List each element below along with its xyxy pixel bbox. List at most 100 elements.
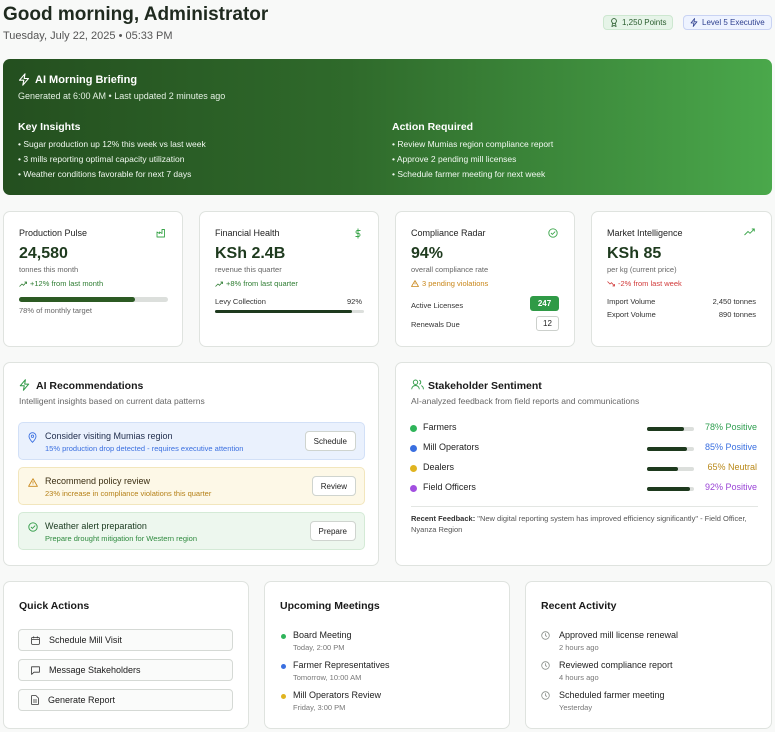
check-circle-icon [548,228,558,238]
insight-item: • Weather conditions favorable for next … [18,169,192,179]
sentiment-value: 85% Positive [704,442,757,452]
schedule-mill-visit-button[interactable]: Schedule Mill Visit [18,629,233,651]
financial-trend: +8% from last quarter [215,279,298,288]
file-icon [31,695,39,705]
sentiment-row: Mill Operators 85% Positive [410,441,757,457]
level-badge[interactable]: Level 5 Executive [683,15,772,30]
page-title: Good morning, Administrator [3,4,269,25]
sentiment-bar-fill [647,467,678,471]
market-caption: per kg (current price) [607,265,677,274]
stakeholder-name: Mill Operators [423,442,480,452]
insight-item: • Sugar production up 12% this week vs l… [18,139,206,149]
section-title: Recent Activity [541,600,617,612]
section-subtitle: AI-analyzed feedback from field reports … [411,396,640,406]
quick-actions-card: Quick Actions Schedule Mill Visit Messag… [3,581,249,729]
sentiment-bar-fill [647,427,684,431]
meeting-time: Friday, 3:00 PM [293,703,346,712]
dollar-icon [354,228,362,239]
recent-feedback: Recent Feedback: "New digital reporting … [411,513,758,535]
level-label: Level 5 Executive [702,18,765,27]
levy-label: Levy Collection [215,297,266,306]
briefing-title: AI Morning Briefing [35,74,138,86]
levy-percent: 92% [346,297,362,306]
divider [411,506,758,507]
recommendation-desc: Prepare drought mitigation for Western r… [45,534,198,543]
target-label: 78% of monthly target [19,306,92,315]
ai-recommendations-card: AI Recommendations Intelligent insights … [3,362,379,566]
levy-progress-track [215,310,364,313]
meeting-title[interactable]: Board Meeting [293,630,352,640]
meeting-status-dot [281,694,286,699]
trend-up-icon [744,228,755,236]
lightning-icon [18,73,30,86]
meeting-title[interactable]: Farmer Representatives [293,660,390,670]
compliance-radar-card: Compliance Radar 94% overall compliance … [395,211,575,347]
users-icon [411,379,424,390]
award-icon [610,18,618,27]
production-value: 24,580 [19,245,68,262]
market-value: KSh 85 [607,245,662,262]
active-licenses-count: 247 [530,296,559,311]
card-title: Financial Health [215,228,280,238]
renewals-due-label: Renewals Due [411,320,460,329]
section-subtitle: Intelligent insights based on current da… [19,396,205,406]
check-circle-icon [28,522,38,532]
card-title: Market Intelligence [607,228,683,238]
trend-text: -2% from last week [618,279,682,288]
meeting-time: Today, 2:00 PM [293,643,345,652]
points-label: 1,250 Points [622,18,667,27]
financial-caption: revenue this quarter [215,265,282,274]
levy-progress-fill [215,310,353,313]
recommendation-desc: 15% production drop detected - requires … [45,444,244,453]
action-item: • Schedule farmer meeting for next week [392,169,546,179]
compliance-value: 94% [411,245,444,262]
financial-value: KSh 2.4B [215,245,286,262]
export-volume-label: Export Volume [607,310,656,319]
recommendation-title: Consider visiting Mumias region [45,431,173,441]
sentiment-value: 78% Positive [704,422,757,432]
activity-time: Yesterday [559,703,593,712]
target-progress-track [19,297,168,302]
meeting-title[interactable]: Mill Operators Review [293,690,381,700]
production-pulse-card: Production Pulse 24,580 tonnes this mont… [3,211,183,347]
recommendation-item: Consider visiting Mumias region 15% prod… [18,422,365,460]
review-button[interactable]: Review [311,476,356,496]
ai-morning-briefing: AI Morning Briefing Generated at 6:00 AM… [3,59,772,195]
sentiment-value: 92% Positive [704,482,757,492]
section-title: Stakeholder Sentiment [428,380,542,392]
activity-title: Reviewed compliance report [559,660,673,670]
sentiment-bar-fill [647,447,687,451]
import-volume-value: 2,450 tonnes [712,297,756,306]
message-stakeholders-button[interactable]: Message Stakeholders [18,659,233,681]
map-pin-icon [28,432,37,443]
sentiment-value: 65% Neutral [707,462,757,472]
clock-icon [541,691,550,700]
import-volume-label: Import Volume [607,297,656,306]
insight-item: • 3 mills reporting optimal capacity uti… [18,154,185,164]
sentiment-row: Field Officers 92% Positive [410,481,757,497]
trend-up-icon [19,281,27,287]
generate-report-button[interactable]: Generate Report [18,689,233,711]
market-trend: -2% from last week [607,279,682,288]
feedback-label: Recent Feedback: [411,514,476,523]
section-title: Quick Actions [19,600,90,612]
production-trend: +12% from last month [19,279,103,288]
recent-activity-card: Recent Activity Approved mill license re… [525,581,772,729]
recommendation-item: Recommend policy review 23% increase in … [18,467,365,505]
section-title: AI Recommendations [36,380,144,392]
clock-icon [541,661,550,670]
action-required-heading: Action Required [392,121,474,133]
prepare-button[interactable]: Prepare [309,521,356,541]
lightning-icon [19,379,30,391]
trend-up-icon [215,281,223,287]
current-datetime: Tuesday, July 22, 2025 • 05:33 PM [3,30,173,42]
warning-text: 3 pending violations [422,279,489,288]
sentiment-bar-fill [647,487,691,491]
target-progress-fill [19,297,136,302]
card-title: Compliance Radar [411,228,486,238]
section-title: Upcoming Meetings [280,600,380,612]
status-dot [410,445,417,452]
schedule-button[interactable]: Schedule [304,431,356,451]
upcoming-meetings-card: Upcoming Meetings Board Meeting Today, 2:… [264,581,510,729]
points-badge[interactable]: 1,250 Points [603,15,674,30]
